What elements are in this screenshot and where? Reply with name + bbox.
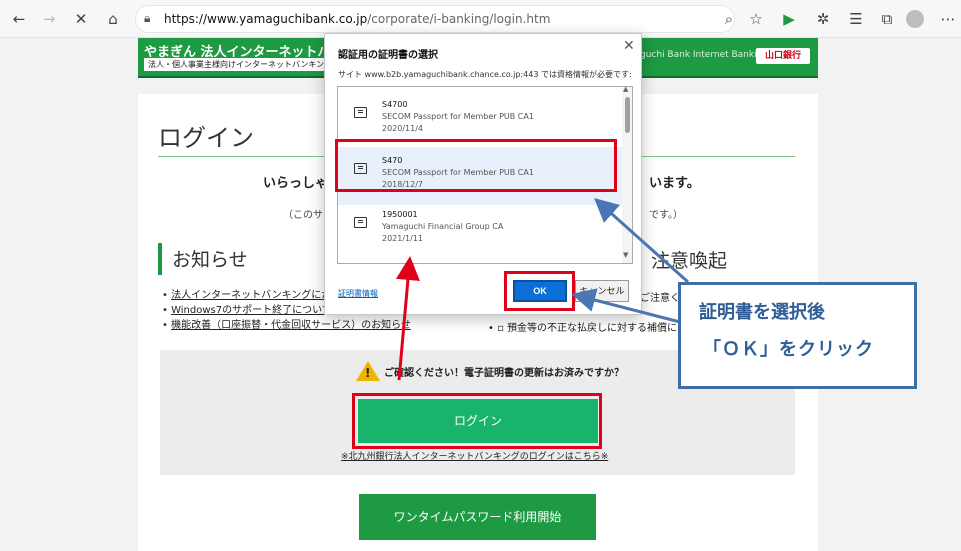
highlight-selected-certificate	[335, 139, 617, 192]
caution-link-text: 預金等の不正な払戻しに対する補償に	[507, 323, 678, 334]
caution-link[interactable]: • ▫ 預金等の不正な払戻しに対する補償に	[488, 319, 677, 334]
home-icon[interactable]: ⌂	[102, 8, 124, 30]
page-title: ログイン	[158, 124, 254, 152]
list-item[interactable]: 19500001	[338, 253, 622, 263]
news-link[interactable]: 機能改善（口座振替・代金回収サービス）のお知らせ	[171, 320, 411, 331]
favorite-icon[interactable]: ☆	[745, 8, 767, 30]
puzzle-icon[interactable]: ✲	[812, 8, 834, 30]
highlight-ok-button	[504, 271, 575, 311]
list-item[interactable]: 1950001 Yamaguchi Financial Group CA 202…	[338, 201, 622, 259]
cert-name: S4700	[382, 100, 408, 109]
cert-issuer: Yamaguchi Financial Group CA	[382, 222, 504, 231]
address-bar[interactable]: 🔒︎ https://www.yamaguchibank.co.jp/corpo…	[135, 5, 735, 33]
cert-name: 1950001	[382, 210, 418, 219]
url-path: /corporate/i-banking/login.htm	[367, 12, 551, 26]
header-english-name: guchi Bank Internet Banking	[640, 50, 769, 60]
certificate-icon	[354, 107, 367, 118]
certificate-info-link[interactable]: 証明書情報	[338, 288, 378, 299]
cert-date: 2020/11/4	[382, 124, 424, 133]
certificate-warning: ! ご確認ください！電子証明書の更新はお済みですか？	[356, 361, 624, 381]
caution-link-top[interactable]: ご注意く	[640, 289, 680, 304]
cancel-button[interactable]: キャンセル	[575, 280, 629, 302]
caution-heading: 注意喚起	[651, 250, 728, 272]
lock-icon: 🔒︎	[144, 11, 151, 25]
notice-heading: お知らせ	[172, 249, 248, 271]
more-menu-icon[interactable]: ⋯	[937, 8, 959, 30]
list-item[interactable]: 機能改善（口座振替・代金回収サービス）のお知らせ	[162, 318, 422, 333]
list-scrollbar[interactable]: ▲ ▼	[622, 87, 632, 263]
stop-icon[interactable]: ✕	[70, 8, 92, 30]
url-host: https://www.yamaguchibank.co.jp	[164, 12, 368, 26]
certificate-icon	[354, 217, 367, 228]
notice-heading-bar	[158, 243, 162, 275]
greeting-text-left: いらっしゃ	[263, 176, 329, 191]
alt-login-note: ※北九州銀行法人インターネットバンキングのログインはこちら※	[341, 449, 608, 462]
back-icon[interactable]: ←	[8, 8, 30, 30]
scroll-thumb[interactable]	[625, 97, 630, 133]
forward-icon[interactable]: →	[38, 8, 60, 30]
cert-name: 19500001	[382, 262, 423, 263]
profile-avatar-icon[interactable]	[906, 10, 924, 28]
site-subtitle: 法人・個人事業主様向けインターネットバンキング	[144, 58, 334, 71]
warning-icon: !	[356, 361, 380, 381]
instruction-callout: 証明書を選択後 「ＯＫ」をクリック	[678, 282, 917, 389]
address-url: https://www.yamaguchibank.co.jp/corporat…	[164, 12, 550, 26]
greeting-text-right: います。	[649, 176, 700, 191]
extension-icon[interactable]: ▶	[778, 8, 800, 30]
otp-start-button[interactable]: ワンタイムパスワード利用開始	[359, 494, 596, 540]
zoom-icon[interactable]: ⌕	[718, 8, 740, 30]
news-link[interactable]: Windows7のサポート終了について	[171, 305, 332, 316]
close-icon[interactable]: ✕	[623, 38, 635, 54]
warning-text: ご確認ください！電子証明書の更新はお済みですか？	[384, 368, 624, 379]
note-text-right: です。）	[649, 210, 683, 221]
highlight-login-button	[352, 393, 602, 449]
scroll-up-icon[interactable]: ▲	[623, 87, 628, 93]
dialog-title: 認証用の証明書の選択	[338, 50, 438, 61]
dialog-site-text: サイト www.b2b.yamaguchibank.chance.co.jp:4…	[338, 70, 632, 79]
callout-line-2: 「ＯＫ」をクリック	[703, 339, 874, 360]
collections-icon[interactable]: ⧉	[876, 8, 898, 30]
favorites-list-icon[interactable]: ☰	[845, 8, 867, 30]
cert-issuer: SECOM Passport for Member PUB CA1	[382, 112, 534, 121]
scroll-down-icon[interactable]: ▼	[623, 251, 628, 259]
callout-line-1: 証明書を選択後	[699, 302, 825, 323]
cert-date: 2021/1/11	[382, 234, 424, 243]
bank-logo: 山口銀行	[756, 48, 810, 64]
alt-login-link[interactable]: ※北九州銀行法人インターネットバンキングのログインはこちら※	[341, 452, 608, 462]
news-link[interactable]: 法人インターネットバンキングにかか	[171, 290, 341, 301]
